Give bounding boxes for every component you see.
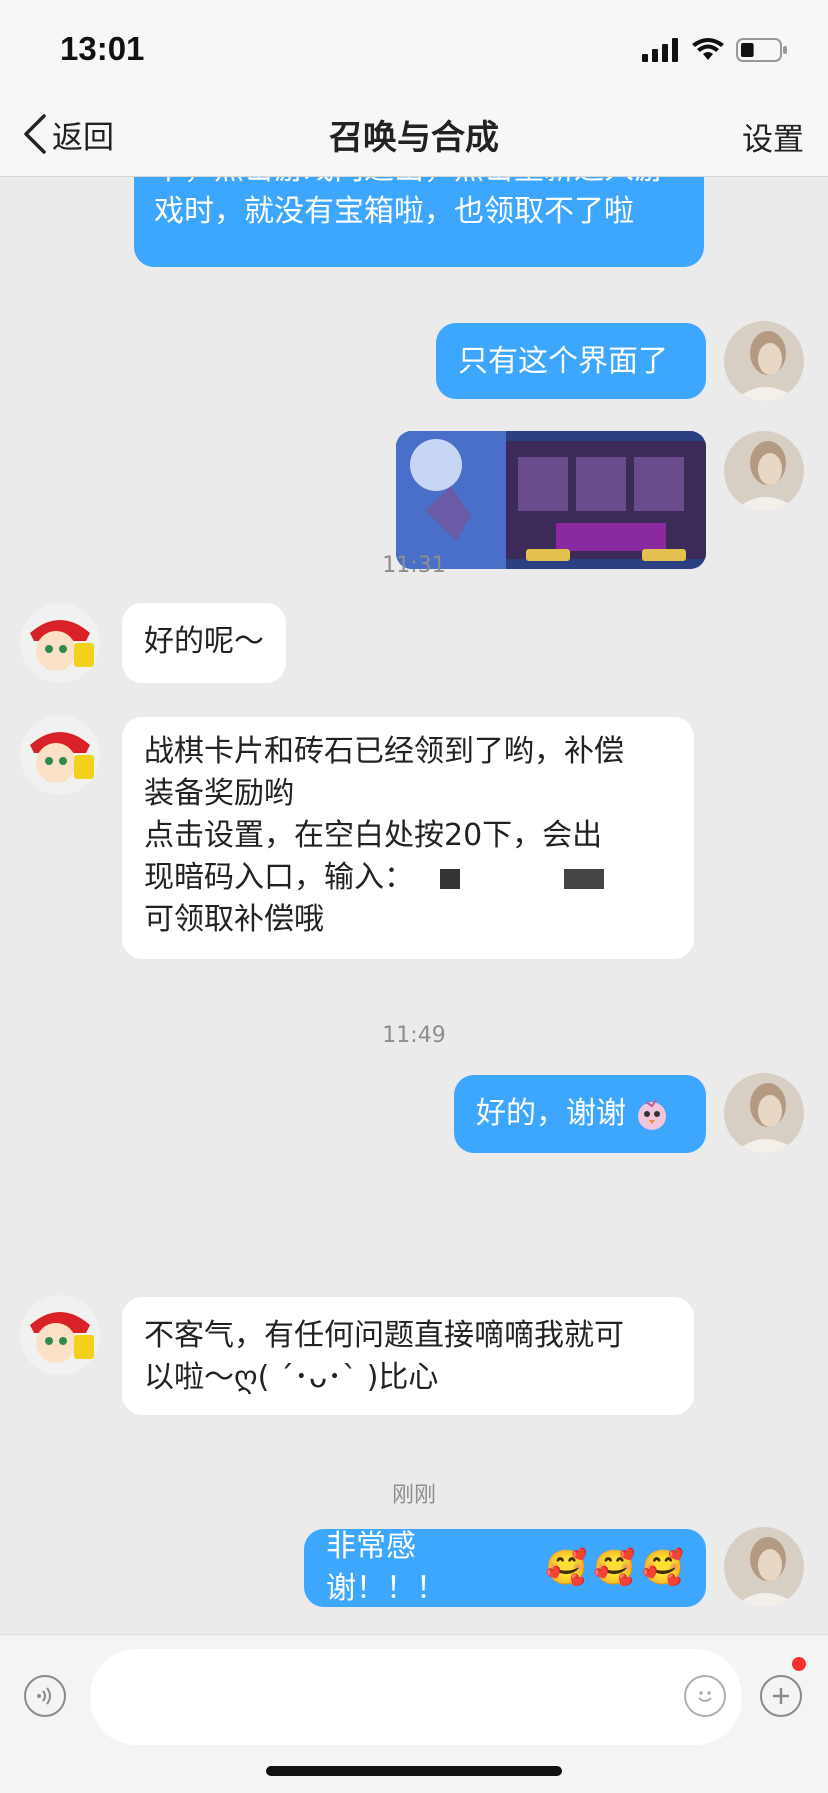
message-bubble[interactable]: 只有这个界面了 bbox=[436, 323, 706, 399]
message-text: 好的，谢谢 bbox=[476, 1096, 626, 1131]
battery-icon bbox=[736, 38, 787, 62]
status-time: 13:01 bbox=[60, 30, 145, 67]
user-portrait-avatar bbox=[724, 1527, 804, 1607]
signal-icon bbox=[642, 38, 678, 62]
heart-face-emoji-icon: 🥰 bbox=[544, 1548, 588, 1588]
avatar[interactable] bbox=[724, 321, 804, 401]
wifi-icon bbox=[692, 38, 724, 60]
avatar[interactable] bbox=[724, 1527, 804, 1607]
user-portrait-avatar bbox=[724, 321, 804, 401]
timestamp: 11:49 bbox=[382, 1023, 446, 1048]
user-portrait-avatar bbox=[724, 1073, 804, 1153]
message-text: 卡，点击游戏内退出，点击重新进入游戏时，就没有宝箱啦，也领取不了啦 bbox=[154, 177, 664, 229]
service-bot-avatar bbox=[20, 715, 100, 795]
game-screenshot-image bbox=[396, 431, 706, 569]
message-line: 现暗码入口，输入： bbox=[144, 857, 672, 899]
timestamp: 刚刚 bbox=[391, 1483, 436, 1508]
message-bubble[interactable]: 非常感谢！！！ 🥰 🥰 🥰 bbox=[304, 1529, 706, 1607]
message-input[interactable] bbox=[90, 1649, 742, 1745]
timestamp: 11:31 bbox=[382, 553, 446, 578]
message-bubble[interactable]: 好的呢～ bbox=[122, 603, 286, 683]
user-portrait-avatar bbox=[724, 431, 804, 511]
message-line: 点击设置，在空白处按20下，会出 bbox=[144, 818, 603, 853]
avatar[interactable] bbox=[20, 603, 100, 683]
avatar[interactable] bbox=[20, 715, 100, 795]
bird-emoji-icon bbox=[638, 1099, 666, 1130]
message-bubble[interactable]: 好的，谢谢 bbox=[454, 1075, 706, 1153]
message-line: 以啦～ღ( ´･ᴗ･` )比心 bbox=[144, 1360, 439, 1395]
service-bot-avatar bbox=[20, 1295, 100, 1375]
message-bubble[interactable]: 战棋卡片和砖石已经领到了哟，补偿 装备奖励哟 点击设置，在空白处按20下，会出 … bbox=[122, 717, 694, 959]
chat-area[interactable]: 卡，点击游戏内退出，点击重新进入游戏时，就没有宝箱啦，也领取不了啦 只有这个界面… bbox=[0, 177, 828, 1632]
voice-icon[interactable] bbox=[24, 1675, 66, 1717]
status-icons bbox=[642, 36, 788, 64]
redacted-code bbox=[564, 869, 604, 889]
avatar[interactable] bbox=[724, 431, 804, 511]
status-bar: 13:01 bbox=[0, 0, 828, 92]
message-bubble[interactable]: 不客气，有任何问题直接嘀嘀我就可 以啦～ღ( ´･ᴗ･` )比心 bbox=[122, 1297, 694, 1415]
avatar[interactable] bbox=[20, 1295, 100, 1375]
message-line: 可领取补偿哦 bbox=[144, 902, 324, 937]
redacted-code bbox=[440, 869, 460, 889]
message-text: 好的呢～ bbox=[144, 624, 264, 659]
message-bubble[interactable]: 卡，点击游戏内退出，点击重新进入游戏时，就没有宝箱啦，也领取不了啦 bbox=[134, 177, 704, 267]
avatar[interactable] bbox=[724, 1073, 804, 1153]
message-line: 不客气，有任何问题直接嘀嘀我就可 bbox=[144, 1318, 624, 1353]
settings-button[interactable]: 设置 bbox=[742, 114, 804, 159]
message-text: 非常感谢！！！ bbox=[326, 1529, 446, 1606]
page-title: 召唤与合成 bbox=[329, 118, 499, 158]
message-text: 只有这个界面了 bbox=[458, 344, 668, 379]
message-line: 装备奖励哟 bbox=[144, 776, 294, 811]
heart-face-emoji-icon: 🥰 bbox=[593, 1548, 636, 1588]
home-indicator bbox=[266, 1766, 562, 1776]
nav-bar: 返回 召唤与合成 设置 bbox=[0, 92, 828, 177]
plus-icon[interactable] bbox=[760, 1675, 802, 1717]
emoji-icon[interactable] bbox=[684, 1675, 726, 1717]
heart-face-emoji-icon: 🥰 bbox=[641, 1548, 684, 1588]
message-line: 战棋卡片和砖石已经领到了哟，补偿 bbox=[144, 734, 624, 769]
image-message[interactable] bbox=[396, 431, 706, 569]
service-bot-avatar bbox=[20, 603, 100, 683]
notification-dot bbox=[792, 1657, 806, 1671]
